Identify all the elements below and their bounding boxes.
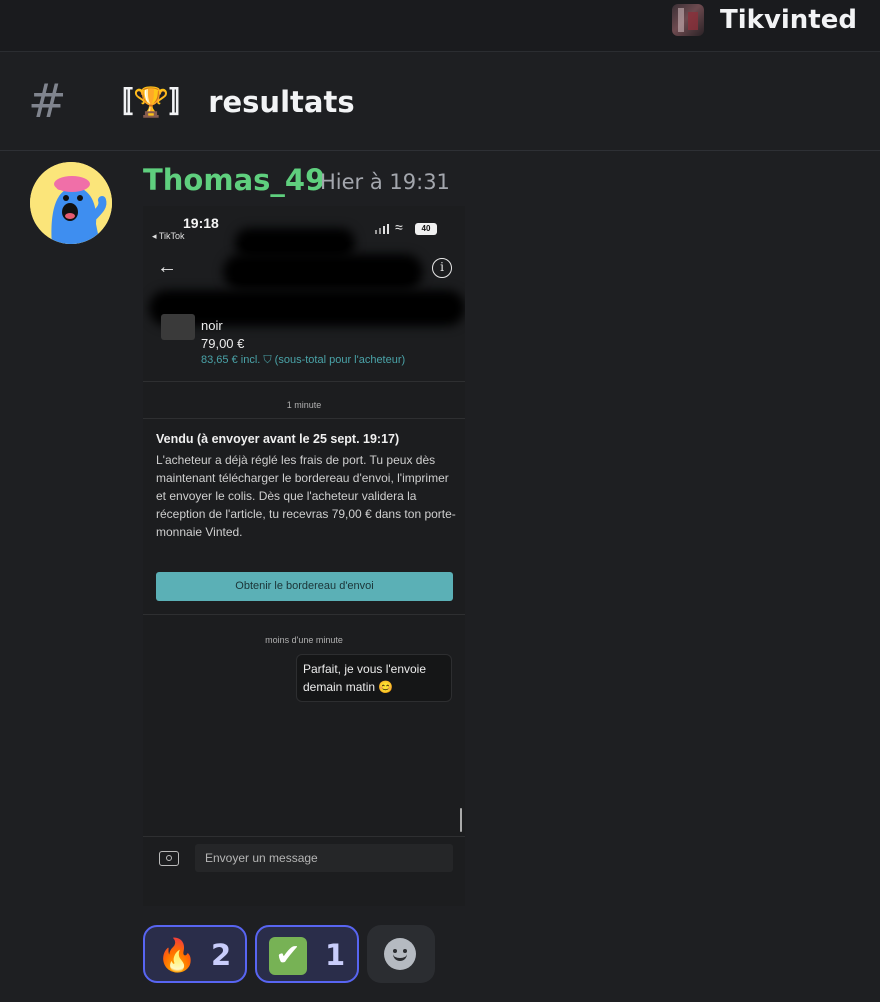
phone-status-time: 19:18 xyxy=(183,215,219,231)
check-mark-icon: ✔ xyxy=(269,937,307,975)
get-shipping-label-button[interactable]: Obtenir le bordereau d'envoi xyxy=(156,572,453,601)
avatar[interactable] xyxy=(30,162,112,244)
message-timestamp: Hier à 19:31 xyxy=(320,170,450,194)
item-total-incl: 83,65 € incl. ⛉ (sous-total pour l'achet… xyxy=(201,354,406,366)
reaction-count: 1 xyxy=(325,938,346,972)
message-input[interactable]: Envoyer un message xyxy=(195,844,453,872)
fire-icon: 🔥 xyxy=(157,936,197,974)
message-image-attachment[interactable]: 19:18 ◂ TikTok ≈ 40 ← i noir 79,00 € 83,… xyxy=(143,206,465,906)
chat-bubble: Parfait, je vous l'envoie demain matin 😊 xyxy=(296,654,452,702)
sold-description: L'acheteur a déjà réglé les frais de por… xyxy=(156,453,456,539)
phone-back-app: ◂ TikTok xyxy=(152,231,185,241)
phone-status-icons: ≈ 40 xyxy=(375,219,439,236)
server-header: Tikvinted xyxy=(0,0,880,52)
reaction-fire[interactable]: 🔥 2 xyxy=(143,925,247,983)
arrow-left-icon[interactable]: ← xyxy=(157,256,177,279)
item-title: noir xyxy=(201,318,223,333)
reaction-check[interactable]: ✔ 1 xyxy=(255,925,359,983)
message-author[interactable]: Thomas_49 xyxy=(143,160,325,200)
server-name[interactable]: Tikvinted xyxy=(720,2,857,38)
sold-title: Vendu (à envoyer avant le 25 sept. 19:17… xyxy=(156,432,400,446)
battery-icon: 40 xyxy=(415,223,437,235)
item-price: 79,00 € xyxy=(201,336,245,351)
system-time-label: 1 minute xyxy=(286,400,322,410)
server-avatar-icon[interactable] xyxy=(672,4,704,36)
channel-name: 〚🏆〛 resultats xyxy=(104,85,355,119)
reaction-count: 2 xyxy=(211,938,232,972)
scrollbar xyxy=(460,808,462,832)
smiley-icon xyxy=(384,938,416,970)
system-time-label: moins d'une minute xyxy=(265,635,343,645)
item-thumbnail xyxy=(161,314,195,340)
info-icon[interactable]: i xyxy=(432,258,452,278)
hashtag-icon: # xyxy=(28,74,67,128)
add-reaction-button[interactable] xyxy=(367,925,435,983)
camera-icon[interactable] xyxy=(159,851,179,866)
wifi-icon: ≈ xyxy=(395,219,403,235)
